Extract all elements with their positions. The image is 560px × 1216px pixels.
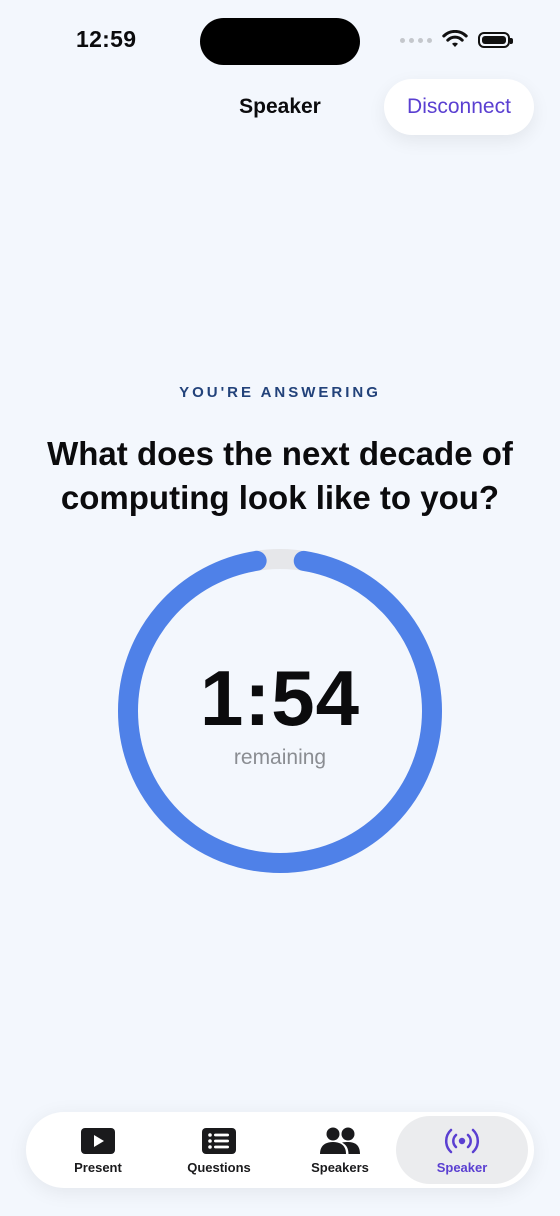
- tab-present[interactable]: Present: [38, 1112, 158, 1188]
- countdown-timer: 1:54 remaining: [117, 548, 443, 874]
- tab-label: Questions: [187, 1160, 251, 1175]
- tab-speaker[interactable]: Speaker: [396, 1116, 528, 1184]
- wifi-icon: [442, 30, 468, 47]
- cellular-signal-icon: [400, 37, 432, 43]
- tab-label: Speaker: [436, 1160, 488, 1175]
- status-icons: [400, 30, 513, 50]
- battery-icon: [478, 32, 513, 48]
- people-icon: [320, 1127, 360, 1154]
- broadcast-icon: [444, 1128, 480, 1154]
- timer-label: remaining: [233, 746, 327, 769]
- status-time: 12:59: [76, 26, 137, 52]
- tab-bar: Present Questions Speakers Speaker: [26, 1112, 534, 1188]
- answering-eyebrow: YOU'RE ANSWERING: [179, 384, 381, 401]
- disconnect-button[interactable]: Disconnect: [384, 79, 534, 135]
- timer-value: 1:54: [199, 654, 361, 742]
- list-icon: [202, 1128, 236, 1154]
- tab-questions[interactable]: Questions: [159, 1112, 279, 1188]
- tab-label: Present: [74, 1160, 122, 1175]
- question-text: What does the next decade of computing l…: [47, 435, 513, 516]
- play-icon: [81, 1128, 115, 1154]
- dynamic-island: [200, 18, 360, 65]
- tab-speakers[interactable]: Speakers: [280, 1112, 400, 1188]
- tab-label: Speakers: [311, 1160, 369, 1175]
